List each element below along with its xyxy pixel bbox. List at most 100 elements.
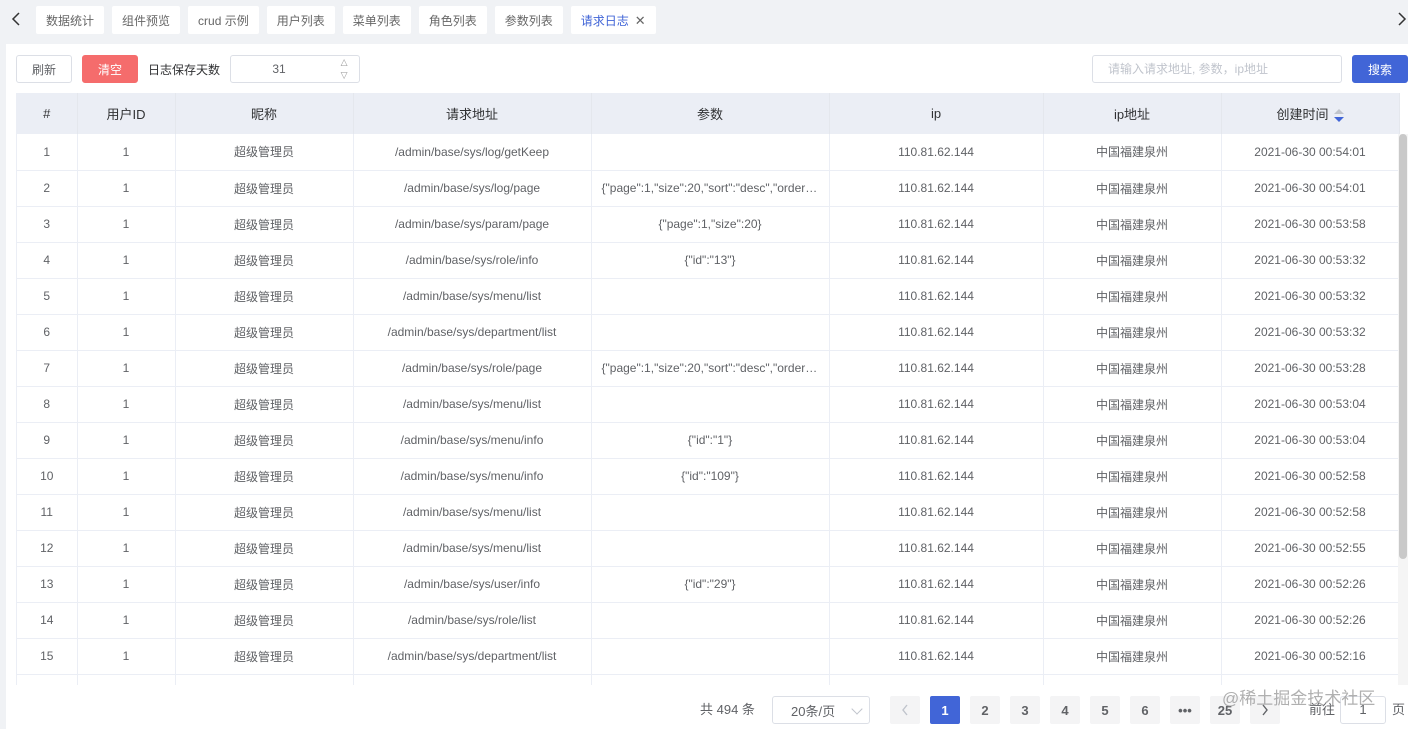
sort-icon[interactable] — [1333, 108, 1344, 123]
toolbar: 刷新 清空 日志保存天数 31 △ ▽ — [16, 55, 361, 83]
tab-item[interactable]: 组件预览 — [112, 6, 181, 34]
table-row-partial — [17, 674, 1400, 685]
table-cell: 超级管理员 — [175, 458, 354, 495]
page-size-select[interactable]: 20条/页 — [772, 696, 870, 724]
tab-label: crud 示例 — [198, 13, 249, 28]
table-row[interactable]: 3 1 超级管理员/admin/base/sys/param/page {"page"… — [17, 206, 1400, 243]
keep-days-stepper[interactable]: 31 △ ▽ — [230, 55, 361, 83]
table-cell — [591, 674, 830, 685]
table-body: 1 1 超级管理员/admin/base/sys/log/getKeep 110.81… — [17, 134, 1400, 685]
table-cell: 1 — [77, 602, 176, 639]
table-row[interactable]: 2 1 超级管理员/admin/base/sys/log/page {"page":1… — [17, 170, 1400, 207]
page-button[interactable]: 5 — [1090, 696, 1120, 724]
search-button[interactable]: 搜索 — [1352, 55, 1408, 83]
table-row[interactable]: 10 1 超级管理员/admin/base/sys/menu/info {"id":"… — [17, 458, 1400, 495]
table-cell — [591, 386, 830, 423]
table-cell: 中国福建泉州 — [1043, 494, 1222, 531]
tab-item[interactable]: 菜单列表 — [342, 6, 411, 34]
table-row[interactable]: 4 1 超级管理员/admin/base/sys/role/info {"id":"1… — [17, 242, 1400, 279]
tab-item[interactable]: crud 示例 — [188, 6, 259, 34]
table-cell: 1 — [77, 386, 176, 423]
tabs-scroll-right-button[interactable] — [1390, 6, 1408, 32]
table-cell: 超级管理员 — [175, 242, 354, 279]
goto-page-input[interactable]: 1 — [1340, 696, 1386, 724]
table-row[interactable]: 15 1 超级管理员/admin/base/sys/department/list 1… — [17, 638, 1400, 675]
column-header-label: 参数 — [696, 107, 723, 122]
page-button[interactable]: 25 — [1210, 696, 1240, 724]
table-cell — [175, 674, 354, 685]
column-header: 参数 — [591, 93, 830, 134]
table-cell: 中国福建泉州 — [1043, 530, 1222, 567]
table-scrollbar[interactable] — [1398, 134, 1408, 685]
next-page-button[interactable] — [1250, 696, 1280, 724]
table-cell: 1 — [77, 278, 176, 315]
tab-label: 请求日志 — [580, 13, 629, 28]
table-cell — [591, 134, 830, 171]
tab-item[interactable]: 用户列表 — [266, 6, 335, 34]
column-header: # — [17, 93, 78, 134]
table-cell: 2021-06-30 00:53:28 — [1221, 350, 1400, 387]
tab-item[interactable]: 角色列表 — [418, 6, 487, 34]
tab-item[interactable]: 请求日志 ✕ — [570, 6, 656, 34]
table-row[interactable]: 14 1 超级管理员/admin/base/sys/role/list 110.81.… — [17, 602, 1400, 639]
search-input[interactable] — [1093, 56, 1341, 82]
more-pages-button[interactable]: ••• — [1170, 696, 1200, 724]
tab-item[interactable]: 数据统计 — [36, 6, 105, 34]
table-cell: 110.81.62.144 — [829, 134, 1044, 171]
tab-label: 组件预览 — [122, 13, 171, 28]
table-cell: 超级管理员 — [175, 350, 354, 387]
table-row[interactable]: 12 1 超级管理员/admin/base/sys/menu/list 110.81.… — [17, 530, 1400, 567]
table-cell: 1 — [77, 350, 176, 387]
table-cell: 1 — [77, 638, 176, 675]
table-row[interactable]: 13 1 超级管理员/admin/base/sys/user/info {"id":"… — [17, 566, 1400, 603]
table-row[interactable]: 8 1 超级管理员/admin/base/sys/menu/list 110.81.6… — [17, 386, 1400, 423]
keep-days-value[interactable]: 31 — [231, 62, 327, 76]
page-size-value: 20条/页 — [791, 703, 836, 719]
table-cell: /admin/base/sys/menu/info — [353, 458, 592, 495]
table-row[interactable]: 6 1 超级管理员/admin/base/sys/department/list 11… — [17, 314, 1400, 351]
table-cell: /admin/base/sys/log/getKeep — [353, 134, 592, 171]
table-cell: 超级管理员 — [175, 314, 354, 351]
column-header-label: 用户ID — [106, 107, 146, 122]
goto-label: 前往 — [1309, 702, 1336, 717]
table-cell: 110.81.62.144 — [829, 242, 1044, 279]
page-button[interactable]: 1 — [930, 696, 960, 724]
table-cell: 中国福建泉州 — [1043, 566, 1222, 603]
refresh-button[interactable]: 刷新 — [16, 55, 73, 83]
table-cell: 2021-06-30 00:52:55 — [1221, 530, 1400, 567]
column-header[interactable]: 创建时间 — [1221, 93, 1400, 134]
table-cell: 8 — [17, 386, 78, 423]
table-cell: 2021-06-30 00:53:32 — [1221, 278, 1400, 315]
table-cell — [591, 638, 830, 675]
table-row[interactable]: 9 1 超级管理员/admin/base/sys/menu/info {"id":"1… — [17, 422, 1400, 459]
page-button[interactable]: 2 — [970, 696, 1000, 724]
table-cell: 超级管理员 — [175, 530, 354, 567]
close-icon[interactable]: ✕ — [635, 14, 646, 27]
table-row[interactable]: 7 1 超级管理员/admin/base/sys/role/page {"page":… — [17, 350, 1400, 387]
table-row[interactable]: 1 1 超级管理员/admin/base/sys/log/getKeep 110.81… — [17, 134, 1400, 171]
page-button[interactable]: 4 — [1050, 696, 1080, 724]
tab-item[interactable]: 参数列表 — [494, 6, 563, 34]
page-button[interactable]: 6 — [1130, 696, 1160, 724]
table-cell: /admin/base/sys/role/info — [353, 242, 592, 279]
total-count: 共 494 条 — [700, 702, 755, 717]
prev-page-button[interactable] — [890, 696, 920, 724]
clear-button[interactable]: 清空 — [82, 55, 139, 83]
page-button[interactable]: 3 — [1010, 696, 1040, 724]
table-cell: 15 — [17, 638, 78, 675]
table-cell — [77, 674, 176, 685]
table-cell: 110.81.62.144 — [829, 458, 1044, 495]
table-cell: 2021-06-30 00:53:04 — [1221, 422, 1400, 459]
log-table: # 用户ID 昵称 请求地址 参数 ip ip地址 创建时间 1 1 超级管理员/admin/ba… — [16, 93, 1408, 685]
table-row[interactable]: 11 1 超级管理员/admin/base/sys/menu/list 110.81.… — [17, 494, 1400, 531]
table-row[interactable]: 5 1 超级管理员/admin/base/sys/menu/list 110.81.6… — [17, 278, 1400, 315]
pagination: 共 494 条 20条/页 1 2 3 4 5 6 ••• 25 前往 1 页 — [6, 696, 1408, 724]
decrease-icon[interactable]: ▽ — [329, 69, 359, 82]
scrollbar-thumb[interactable] — [1399, 134, 1407, 559]
tab-label: 数据统计 — [46, 13, 95, 28]
tabs-scroll-left-button[interactable] — [4, 6, 28, 32]
table-cell: 110.81.62.144 — [829, 278, 1044, 315]
table-cell: 中国福建泉州 — [1043, 314, 1222, 351]
table-cell: 2021-06-30 00:53:58 — [1221, 206, 1400, 243]
increase-icon[interactable]: △ — [329, 56, 359, 69]
